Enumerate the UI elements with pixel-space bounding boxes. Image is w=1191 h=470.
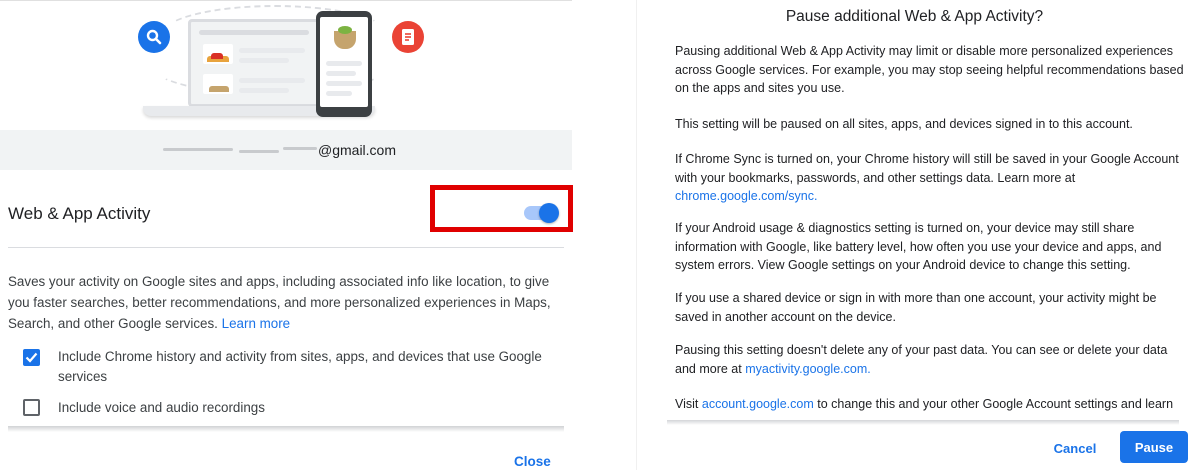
dialog-paragraph: Pausing additional Web & App Activity ma… <box>675 44 1184 95</box>
chrome-sync-link[interactable]: chrome.google.com/sync. <box>675 189 817 203</box>
search-icon <box>138 21 170 53</box>
hero-illustration <box>0 0 572 122</box>
paragraph-text: to change this and your other Google Acc… <box>817 397 1174 411</box>
setting-title: Web & App Activity <box>8 204 151 223</box>
dialog-paragraph: Visit account.google.com to change this … <box>675 395 1187 421</box>
cancel-button[interactable]: Cancel <box>1049 436 1101 460</box>
dialog-paragraph: This setting will be paused on all sites… <box>675 117 1133 131</box>
myactivity-link[interactable]: myactivity.google.com. <box>745 362 871 376</box>
document-icon <box>392 21 424 53</box>
screen-line <box>239 48 305 53</box>
dialog-title: Pause additional Web & App Activity? <box>785 8 1044 25</box>
paragraph-text: If Chrome Sync is turned on, your Chrome… <box>675 152 1179 185</box>
screen-line <box>239 88 289 93</box>
screen-line <box>239 58 289 63</box>
dialog-paragraph: If Chrome Sync is turned on, your Chrome… <box>675 150 1187 206</box>
food-image <box>209 86 229 92</box>
dialog-paragraph: If you use a shared device or sign in wi… <box>675 291 1157 324</box>
account-email-row: @gmail.com <box>0 130 572 170</box>
food-image <box>211 53 223 59</box>
redacted-email-prefix <box>163 143 319 157</box>
divider <box>8 247 564 248</box>
highlight-box <box>430 185 573 232</box>
phone-illustration <box>316 11 372 117</box>
screen-line <box>239 78 305 83</box>
voice-audio-label: Include voice and audio recordings <box>58 400 265 415</box>
screen-line <box>326 91 352 96</box>
laptop-illustration <box>188 19 320 107</box>
setting-description: Saves your activity on Google sites and … <box>8 271 564 334</box>
voice-audio-checkbox[interactable] <box>23 399 40 416</box>
close-button[interactable]: Close <box>514 454 551 469</box>
screen-line <box>326 71 356 76</box>
pause-dialog: Pause additional Web & App Activity? Pau… <box>636 0 1191 470</box>
salad-image <box>338 26 352 34</box>
dialog-paragraph: If your Android usage & diagnostics sett… <box>675 221 1162 272</box>
screen-line <box>326 61 362 66</box>
chrome-history-label: Include Chrome history and activity from… <box>58 349 542 384</box>
scroll-shadow <box>667 420 1179 425</box>
pause-button[interactable]: Pause <box>1120 431 1188 463</box>
account-email: @gmail.com <box>318 142 397 158</box>
web-app-activity-panel: @gmail.com Web & App Activity Saves your… <box>0 0 573 470</box>
learn-more-link[interactable]: Learn more <box>222 316 290 331</box>
chrome-history-checkbox[interactable] <box>23 349 40 366</box>
paragraph-text: Visit <box>675 397 699 411</box>
scroll-shadow <box>8 426 564 432</box>
account-google-link[interactable]: account.google.com <box>702 397 814 411</box>
checkmark-icon <box>25 352 38 363</box>
screen-line <box>199 30 309 35</box>
screen-line <box>326 81 362 86</box>
phone-screen <box>320 17 368 107</box>
dialog-paragraph: Pausing this setting doesn't delete any … <box>675 341 1187 378</box>
